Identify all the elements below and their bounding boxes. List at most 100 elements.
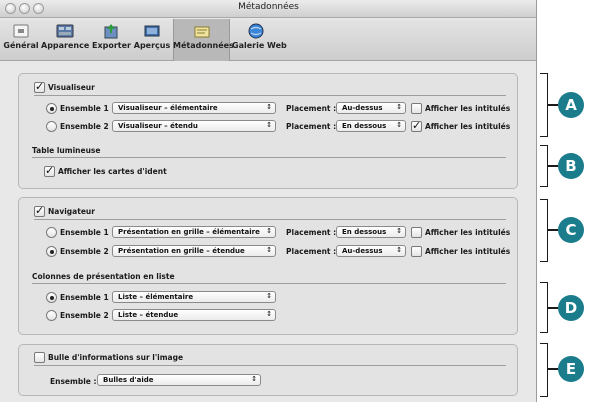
browser-set1-select[interactable]: Présentation en grille – élémentaire ↕ <box>112 226 276 238</box>
list-set1-value: Liste – élémentaire <box>118 293 194 301</box>
browser-set2-value: Présentation en grille – étendue <box>118 247 245 255</box>
callout-connector <box>548 368 558 370</box>
list-set1-select[interactable]: Liste – élémentaire ↕ <box>112 291 276 303</box>
browser-set1-label: Ensemble 1 : <box>60 228 115 237</box>
browser-set2-placement-label: Placement : <box>286 247 337 256</box>
viewer-set2-show-labels-checkbox[interactable] <box>411 119 422 132</box>
updown-arrows-icon: ↕ <box>266 103 272 111</box>
browser-set2-radio[interactable] <box>46 246 57 257</box>
tab-metadata[interactable]: Métadonnées <box>173 19 234 61</box>
tab-web-gallery-label: Galerie Web <box>232 41 287 50</box>
browser-set1-show-labels: Afficher les intitulés <box>425 228 511 237</box>
viewer-set1-show-labels: Afficher les intitulés <box>425 104 511 113</box>
divider <box>32 283 506 284</box>
tooltip-checkbox[interactable] <box>34 352 45 363</box>
callout-connector <box>548 307 558 309</box>
viewer-set2-show-labels: Afficher les intitulés <box>425 122 511 131</box>
general-icon <box>13 24 29 38</box>
viewer-set2-radio[interactable] <box>46 121 57 132</box>
callout-bracket <box>540 343 548 397</box>
viewer-set2-placement-select[interactable]: En dessous ↕ <box>336 120 406 132</box>
list-set2-label: Ensemble 2 : <box>60 311 115 320</box>
divider <box>34 365 506 366</box>
tab-export-label: Exporter <box>92 41 131 50</box>
browser-set2-placement-value: Au-dessus <box>342 247 383 255</box>
viewer-checkbox-label: Visualiseur <box>48 83 95 92</box>
preferences-toolbar: Général Apparence Exporter Aperçus Métad… <box>0 19 536 61</box>
tooltip-set-value: Bulles d'aide <box>103 376 154 384</box>
list-set1-radio[interactable] <box>46 292 57 303</box>
updown-arrows-icon: ↕ <box>266 246 272 254</box>
tab-appearance[interactable]: Apparence <box>41 19 89 61</box>
list-columns-heading: Colonnes de présentation en liste <box>32 272 175 281</box>
tab-web-gallery[interactable]: Galerie Web <box>232 19 287 61</box>
viewer-checkbox[interactable] <box>34 80 45 93</box>
tab-general[interactable]: Général <box>3 19 39 61</box>
viewer-set1-label: Ensemble 1 : <box>60 104 115 113</box>
viewer-set2-label: Ensemble 2 : <box>60 122 115 131</box>
tab-previews-label: Aperçus <box>133 41 171 50</box>
tooltip-set-select[interactable]: Bulles d'aide ↕ <box>97 374 261 386</box>
browser-set1-placement-select[interactable]: En dessous ↕ <box>336 226 406 238</box>
callout-badge-b: B <box>558 153 584 179</box>
updown-arrows-icon: ↕ <box>266 310 272 318</box>
viewer-set1-radio[interactable] <box>46 103 57 114</box>
callout-badge-c: C <box>558 217 584 243</box>
list-set2-radio[interactable] <box>46 310 57 321</box>
window-title: Métadonnées <box>238 2 299 12</box>
browser-set2-label: Ensemble 2 : <box>60 247 115 256</box>
tab-general-label: Général <box>3 41 39 50</box>
updown-arrows-icon: ↕ <box>396 121 402 129</box>
callout-connector <box>548 229 558 231</box>
appearance-icon <box>56 24 74 38</box>
browser-set2-show-labels: Afficher les intitulés <box>425 247 511 256</box>
list-set2-select[interactable]: Liste – étendue ↕ <box>112 309 276 321</box>
previews-icon <box>144 25 160 37</box>
browser-set2-placement-select[interactable]: Au-dessus ↕ <box>336 245 406 257</box>
callout-connector <box>548 165 558 167</box>
callout-badge-e: E <box>558 356 584 382</box>
divider <box>34 95 506 96</box>
viewer-set1-placement-label: Placement : <box>286 104 337 113</box>
preferences-window: Métadonnées Général Apparence Exporter A… <box>0 0 537 402</box>
viewer-set2-placement-label: Placement : <box>286 122 337 131</box>
updown-arrows-icon: ↕ <box>266 121 272 129</box>
browser-set1-radio[interactable] <box>46 227 57 238</box>
callout-bracket <box>540 199 548 262</box>
tab-export[interactable]: Exporter <box>92 19 131 61</box>
browser-set1-value: Présentation en grille – élémentaire <box>118 228 260 236</box>
browser-set2-show-labels-checkbox[interactable] <box>411 246 422 257</box>
browser-set1-placement-value: En dessous <box>342 228 387 236</box>
browser-set1-placement-label: Placement : <box>286 228 337 237</box>
viewer-set2-select[interactable]: Visualiseur – étendu ↕ <box>112 120 276 132</box>
title-bar: Métadonnées <box>0 0 536 18</box>
list-set2-value: Liste – étendue <box>118 311 179 319</box>
browser-set2-select[interactable]: Présentation en grille – étendue ↕ <box>112 245 276 257</box>
tab-metadata-label: Métadonnées <box>173 41 234 50</box>
callout-connector <box>548 104 558 106</box>
viewer-set1-value: Visualiseur – élémentaire <box>118 104 218 112</box>
browser-checkbox-label: Navigateur <box>48 207 95 216</box>
updown-arrows-icon: ↕ <box>396 103 402 111</box>
viewer-set1-placement-select[interactable]: Au-dessus ↕ <box>336 102 406 114</box>
callout-bracket <box>540 145 548 187</box>
callout-bracket <box>540 73 548 137</box>
callout-bracket <box>540 282 548 333</box>
tooltip-group <box>18 344 518 396</box>
metadata-icon <box>194 26 209 38</box>
browser-set1-show-labels-checkbox[interactable] <box>411 227 422 238</box>
tab-previews[interactable]: Aperçus <box>133 19 171 61</box>
callout-badge-d: D <box>558 295 584 321</box>
show-cards-checkbox[interactable] <box>44 164 55 177</box>
viewer-set1-show-labels-checkbox[interactable] <box>411 103 422 114</box>
viewer-set1-select[interactable]: Visualiseur – élémentaire ↕ <box>112 102 276 114</box>
tooltip-set-label: Ensemble : <box>50 377 97 386</box>
browser-checkbox[interactable] <box>34 204 45 217</box>
callout-badge-a: A <box>558 92 584 118</box>
divider <box>32 157 506 158</box>
show-cards-label: Afficher les cartes d'ident <box>58 167 167 176</box>
export-icon <box>104 24 118 39</box>
tab-appearance-label: Apparence <box>41 41 90 50</box>
viewer-set1-placement-value: Au-dessus <box>342 104 383 112</box>
updown-arrows-icon: ↕ <box>266 227 272 235</box>
